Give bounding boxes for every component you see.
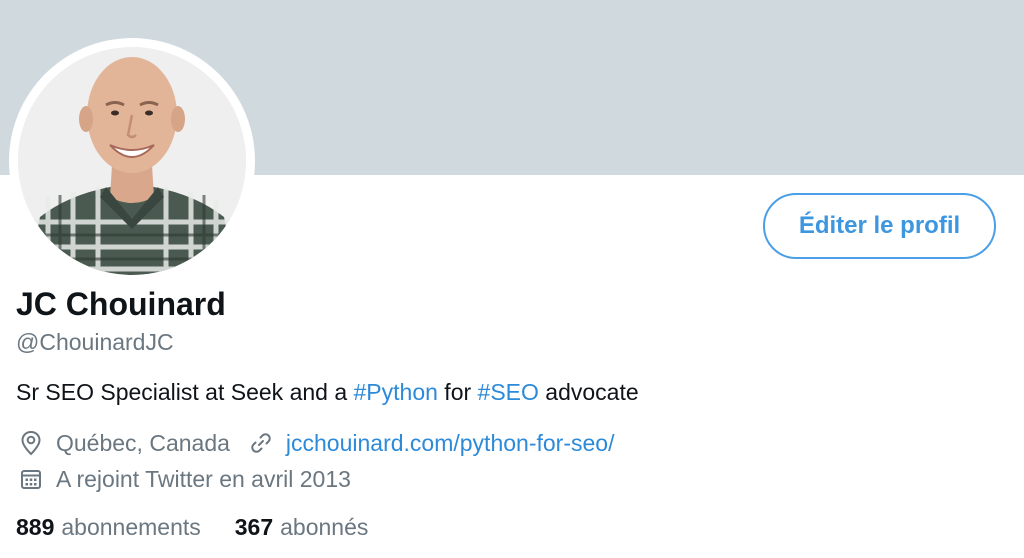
profile-meta-row: Québec, Canada jcchouinard.com/python-fo…: [16, 428, 614, 458]
bio-text-1: Sr SEO Specialist at Seek and a: [16, 379, 354, 405]
link-icon: [246, 428, 276, 458]
edit-profile-button[interactable]: Éditer le profil: [763, 193, 996, 259]
following-count: 889: [16, 514, 55, 540]
bio-text-3: advocate: [538, 379, 639, 405]
profile-name: JC Chouinard: [16, 286, 226, 322]
website-link[interactable]: jcchouinard.com/python-for-seo/: [286, 430, 615, 457]
profile-stats: 889 abonnements 367 abonnés: [16, 514, 402, 541]
bio-text-2: for: [437, 379, 478, 405]
followers-count: 367: [234, 514, 274, 540]
joined-text: A rejoint Twitter en avril 2013: [56, 465, 351, 492]
avatar-photo: [18, 47, 246, 275]
profile-handle: @ChouinardJC: [16, 329, 174, 355]
hashtag-seo-link[interactable]: #SEO: [478, 379, 539, 405]
joined-row: A rejoint Twitter en avril 2013: [16, 464, 351, 494]
calendar-icon: [16, 464, 46, 494]
following-label: abonnements: [61, 514, 201, 540]
followers-label: abonnés: [280, 514, 369, 540]
location-pin-icon: [16, 428, 46, 458]
followers-stat[interactable]: 367 abonnés: [235, 514, 369, 541]
profile-bio: Sr SEO Specialist at Seek and a #Python …: [16, 379, 639, 406]
hashtag-python-link[interactable]: #Python: [354, 379, 438, 405]
avatar[interactable]: [18, 47, 246, 275]
location-text: Québec, Canada: [56, 429, 230, 456]
following-stat[interactable]: 889 abonnements: [16, 514, 201, 541]
